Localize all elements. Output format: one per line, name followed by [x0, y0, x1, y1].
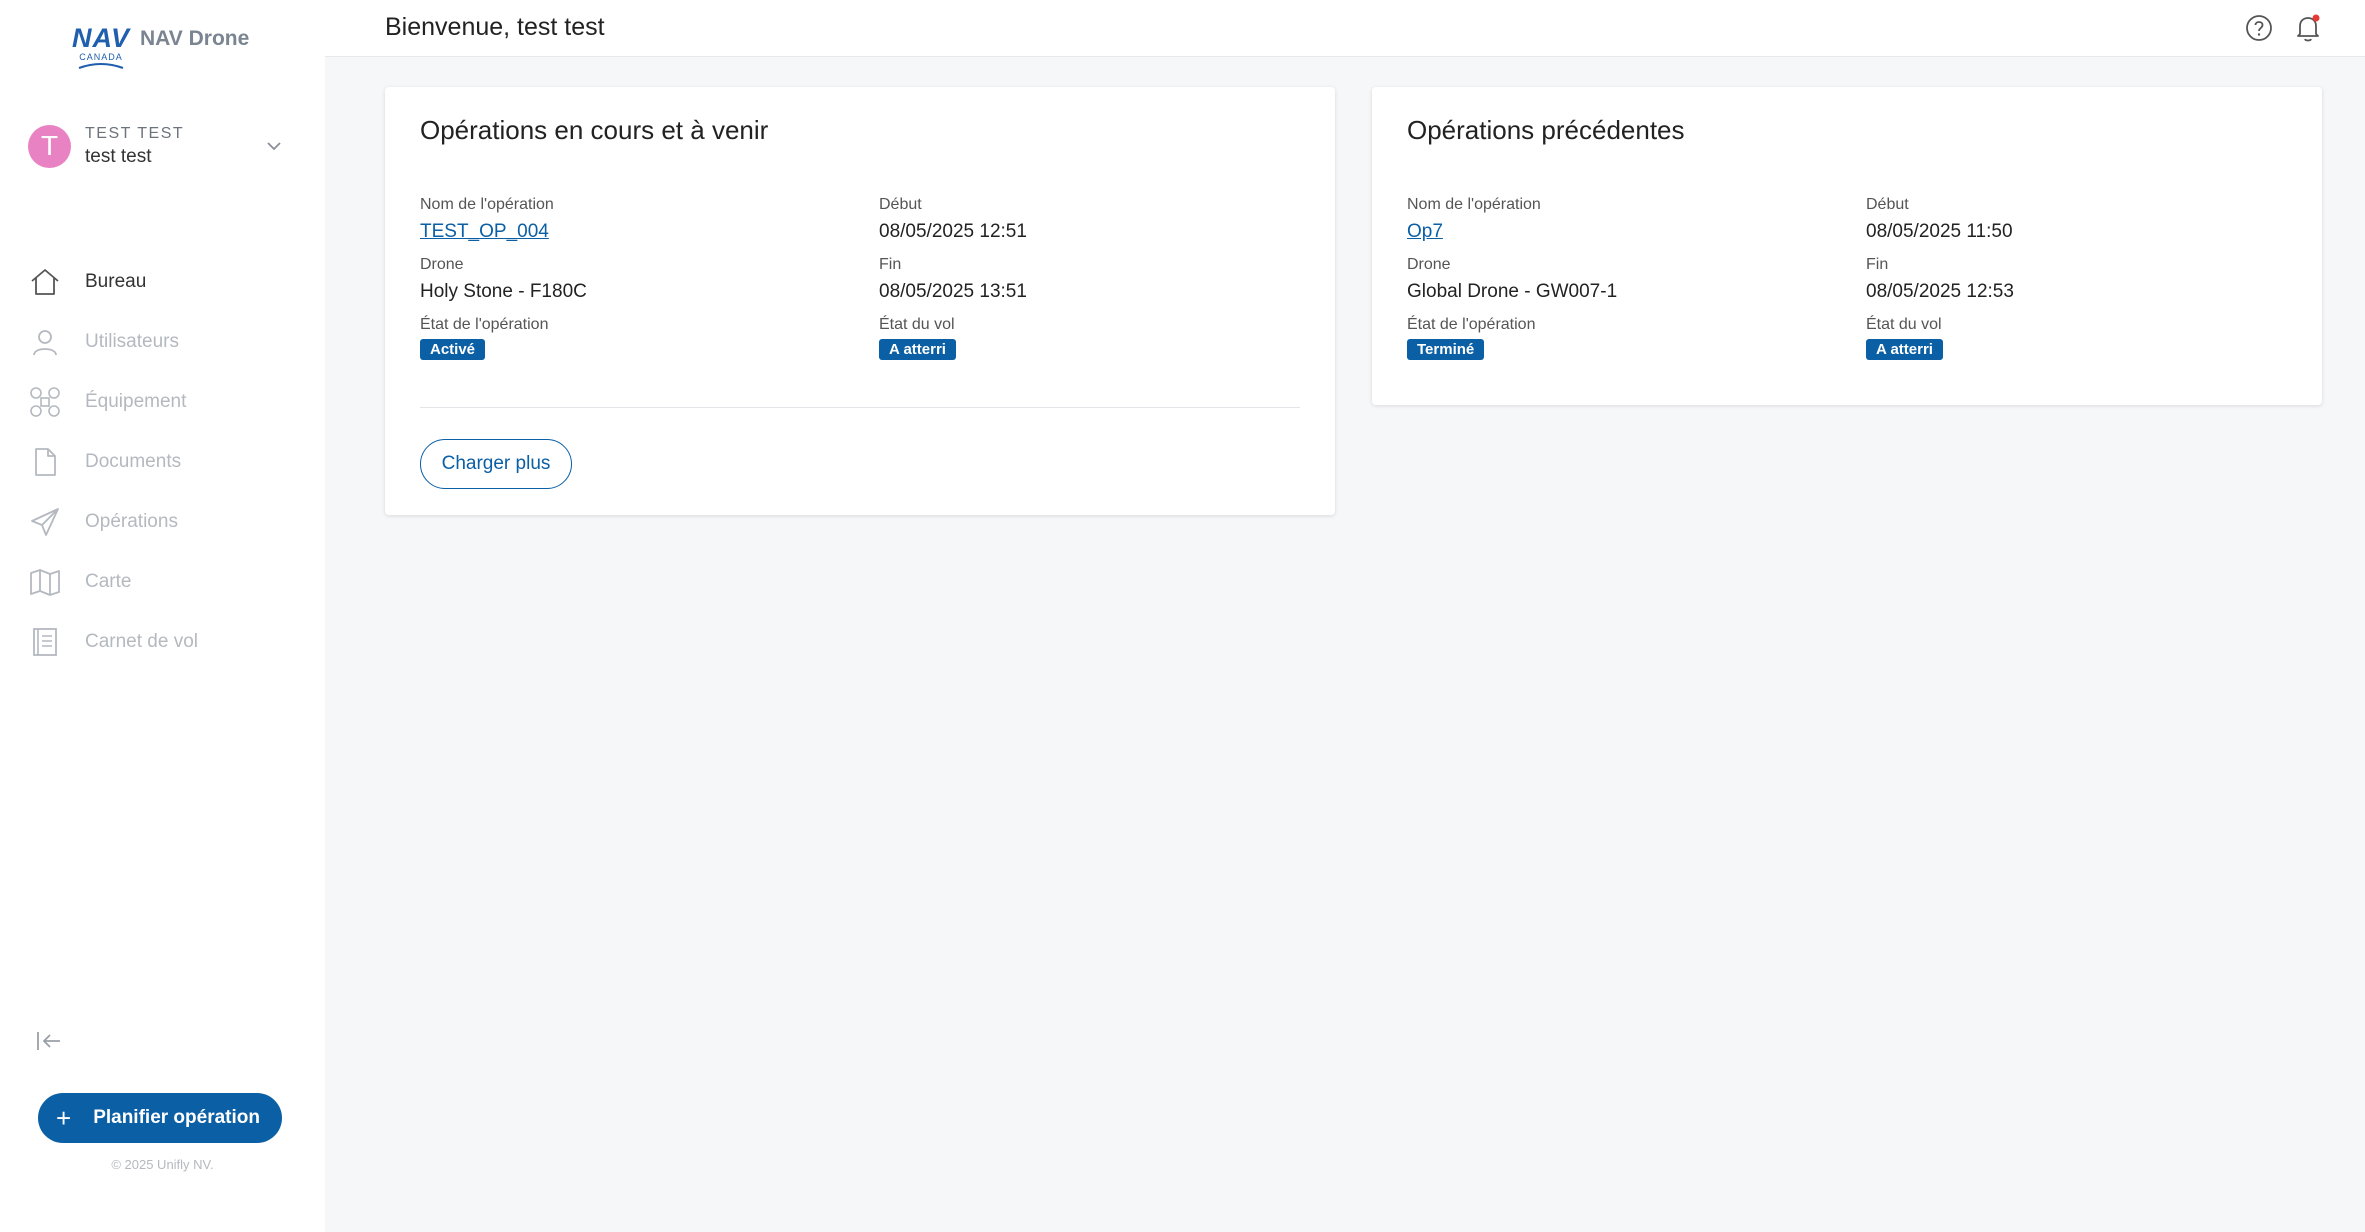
- app-name: NAV Drone: [140, 27, 250, 50]
- card-title: Opérations en cours et à venir: [420, 115, 769, 145]
- status-badge: A atterri: [879, 339, 956, 360]
- sidebar-item-label: Opérations: [85, 511, 178, 532]
- sidebar-item-label: Carte: [85, 571, 132, 592]
- start-field: Début 08/05/2025 12:51: [879, 195, 1300, 245]
- operation-name-field: Nom de l'opération TEST_OP_004: [420, 195, 879, 245]
- start-field: Début 08/05/2025 11:50: [1866, 195, 2287, 245]
- top-header: Bienvenue, test test: [325, 0, 2365, 57]
- card-title: Opérations précédentes: [1407, 115, 1685, 145]
- field-label: Début: [879, 196, 922, 213]
- current-operations-card: Opérations en cours et à venir Nom de l'…: [385, 87, 1335, 515]
- logo-brand: NAV: [72, 23, 131, 53]
- sidebar-item-carte[interactable]: Carte: [28, 552, 308, 612]
- field-label: Drone: [1407, 256, 1451, 273]
- start-value: 08/05/2025 11:50: [1866, 221, 2013, 242]
- end-value: 08/05/2025 13:51: [879, 281, 1027, 302]
- user-name-upper: TEST TEST: [85, 125, 185, 142]
- drone-value: Global Drone - GW007-1: [1407, 281, 1618, 302]
- plus-icon: +: [56, 1103, 72, 1133]
- status-badge: A atterri: [1866, 339, 1943, 360]
- home-icon: [28, 265, 62, 299]
- end-value: 08/05/2025 12:53: [1866, 281, 2014, 302]
- sidebar-item-label: Carnet de vol: [85, 631, 199, 652]
- drone-value: Holy Stone - F180C: [420, 281, 587, 302]
- end-field: Fin 08/05/2025 13:51: [879, 255, 1300, 305]
- field-label: Début: [1866, 196, 1909, 213]
- user-menu[interactable]: T TEST TEST test test: [28, 121, 288, 171]
- operation-state-field: État de l'opération Activé: [420, 315, 879, 360]
- plan-operation-button[interactable]: + Planifier opération: [38, 1093, 282, 1143]
- divider: [420, 407, 1300, 408]
- sidebar-item-label: Équipement: [85, 391, 187, 412]
- start-value: 08/05/2025 12:51: [879, 221, 1027, 242]
- map-icon: [28, 565, 62, 599]
- field-label: État du vol: [1866, 316, 1942, 333]
- field-label: Fin: [1866, 256, 1889, 273]
- sidebar-nav: Bureau Utilisateurs Équipement Documents…: [28, 252, 308, 672]
- sidebar-item-label: Documents: [85, 451, 182, 472]
- sidebar-item-operations[interactable]: Opérations: [28, 492, 308, 552]
- logo-wave-icon: [78, 63, 124, 69]
- field-label: État de l'opération: [420, 316, 549, 333]
- past-operations-card: Opérations précédentes Nom de l'opératio…: [1372, 87, 2322, 405]
- collapse-sidebar-icon[interactable]: [36, 1030, 62, 1052]
- end-field: Fin 08/05/2025 12:53: [1866, 255, 2287, 305]
- chevron-down-icon[interactable]: [264, 136, 284, 156]
- sidebar-item-bureau[interactable]: Bureau: [28, 252, 308, 312]
- sidebar-item-carnet-de-vol[interactable]: Carnet de vol: [28, 612, 308, 672]
- drone-field: Drone Holy Stone - F180C: [420, 255, 879, 305]
- operation-name-link[interactable]: TEST_OP_004: [420, 219, 549, 245]
- sidebar-item-utilisateurs[interactable]: Utilisateurs: [28, 312, 308, 372]
- status-badge: Terminé: [1407, 339, 1485, 360]
- help-icon[interactable]: [2245, 14, 2273, 42]
- flight-state-field: État du vol A atterri: [1866, 315, 2287, 360]
- field-label: Fin: [879, 256, 902, 273]
- load-more-button[interactable]: Charger plus: [420, 439, 572, 489]
- operation-state-field: État de l'opération Terminé: [1407, 315, 1866, 360]
- avatar: T: [28, 124, 71, 168]
- operation-name-field: Nom de l'opération Op7: [1407, 195, 1866, 245]
- copyright: © 2025 Unifly NV.: [111, 1157, 214, 1172]
- flight-state-field: État du vol A atterri: [879, 315, 1300, 360]
- drone-icon: [28, 385, 62, 419]
- notification-bell-icon[interactable]: [2294, 13, 2322, 43]
- sidebar-item-equipement[interactable]: Équipement: [28, 372, 308, 432]
- logbook-icon: [28, 625, 62, 659]
- logo-country: CANADA: [79, 52, 123, 62]
- sidebar-item-documents[interactable]: Documents: [28, 432, 308, 492]
- page-title: Bienvenue, test test: [385, 13, 605, 41]
- user-info: TEST TEST test test: [85, 123, 264, 169]
- status-badge: Activé: [420, 339, 486, 360]
- field-label: État du vol: [879, 316, 955, 333]
- user-icon: [28, 325, 62, 359]
- field-label: Drone: [420, 256, 464, 273]
- paper-plane-icon: [28, 505, 62, 539]
- field-label: Nom de l'opération: [1407, 196, 1541, 213]
- user-display-name: test test: [85, 146, 152, 167]
- sidebar: NAV CANADA NAV Drone T TEST TEST test te…: [0, 0, 325, 1232]
- operation-name-link[interactable]: Op7: [1407, 219, 1443, 245]
- field-label: État de l'opération: [1407, 316, 1536, 333]
- operation-details: Nom de l'opération TEST_OP_004 Début 08/…: [420, 195, 1300, 360]
- field-label: Nom de l'opération: [420, 196, 554, 213]
- nav-canada-logo: NAV CANADA: [72, 24, 129, 70]
- drone-field: Drone Global Drone - GW007-1: [1407, 255, 1866, 305]
- sidebar-item-label: Utilisateurs: [85, 331, 179, 352]
- app-logo[interactable]: NAV CANADA NAV Drone: [72, 24, 250, 70]
- document-icon: [28, 445, 62, 479]
- operation-details: Nom de l'opération Op7 Début 08/05/2025 …: [1407, 195, 2287, 360]
- sidebar-item-label: Bureau: [85, 271, 147, 292]
- plan-operation-label: Planifier opération: [93, 1107, 260, 1128]
